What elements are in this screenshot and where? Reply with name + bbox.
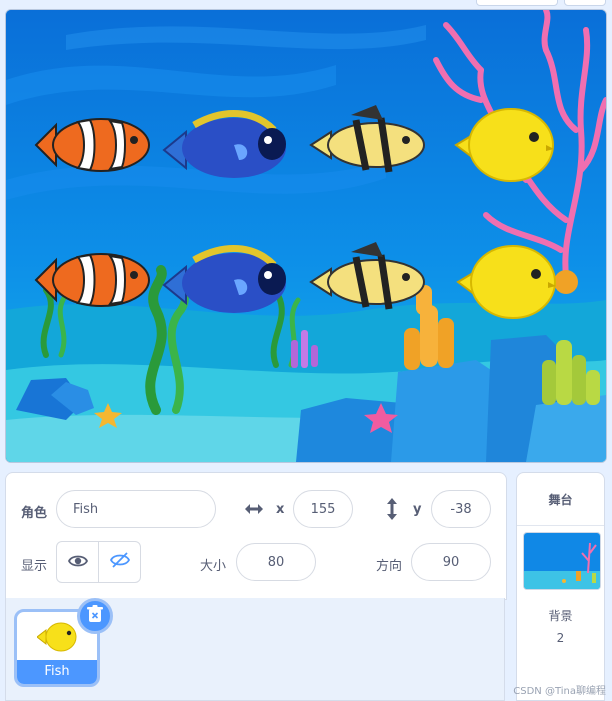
y-input[interactable]: -38 [431, 490, 491, 528]
direction-value: 90 [442, 555, 460, 570]
size-value: 80 [267, 555, 285, 570]
top-toolbar-strip [0, 0, 612, 8]
stage-selector-panel[interactable]: 舞台 背景 2 [516, 472, 605, 701]
delete-sprite-button[interactable] [77, 598, 113, 634]
direction-label: 方向 [376, 559, 403, 574]
stage-canvas[interactable] [5, 9, 607, 463]
sprite-thumbnail-label: Fish [17, 660, 97, 684]
x-value: 155 [310, 502, 336, 517]
eye-icon [67, 553, 88, 572]
backdrop-thumbnail[interactable] [523, 532, 601, 590]
backdrop-count: 2 [556, 631, 565, 645]
direction-input[interactable]: 90 [411, 543, 491, 581]
sprite-name-value: Fish [73, 502, 99, 517]
stage-panel-title: 舞台 [548, 493, 573, 507]
watermark: CSDN @Tina聊编程 [513, 686, 606, 697]
hide-button[interactable] [98, 541, 141, 583]
show-button[interactable] [56, 541, 99, 583]
eye-slash-icon [109, 552, 130, 572]
underwater-backdrop [6, 10, 606, 462]
backdrop-label: 背景 [548, 609, 573, 623]
double-arrow-horizontal-icon [244, 499, 264, 523]
sprite-info-panel: 角色 Fish x 155 y -38 显示 大小 80 方向 90 [5, 472, 507, 600]
divider [517, 525, 604, 526]
sprite-label: 角色 [21, 506, 48, 521]
size-input[interactable]: 80 [236, 543, 316, 581]
size-label: 大小 [200, 559, 227, 574]
top-button[interactable] [476, 0, 558, 6]
y-value: -38 [450, 502, 472, 517]
show-label: 显示 [21, 559, 48, 574]
x-label: x [276, 502, 285, 517]
top-button[interactable] [564, 0, 606, 6]
x-input[interactable]: 155 [293, 490, 353, 528]
double-arrow-vertical-icon [382, 497, 402, 525]
trash-icon [87, 605, 103, 627]
sprite-name-input[interactable]: Fish [56, 490, 216, 528]
fish-thumbnail-image [36, 618, 81, 660]
y-label: y [413, 502, 422, 517]
